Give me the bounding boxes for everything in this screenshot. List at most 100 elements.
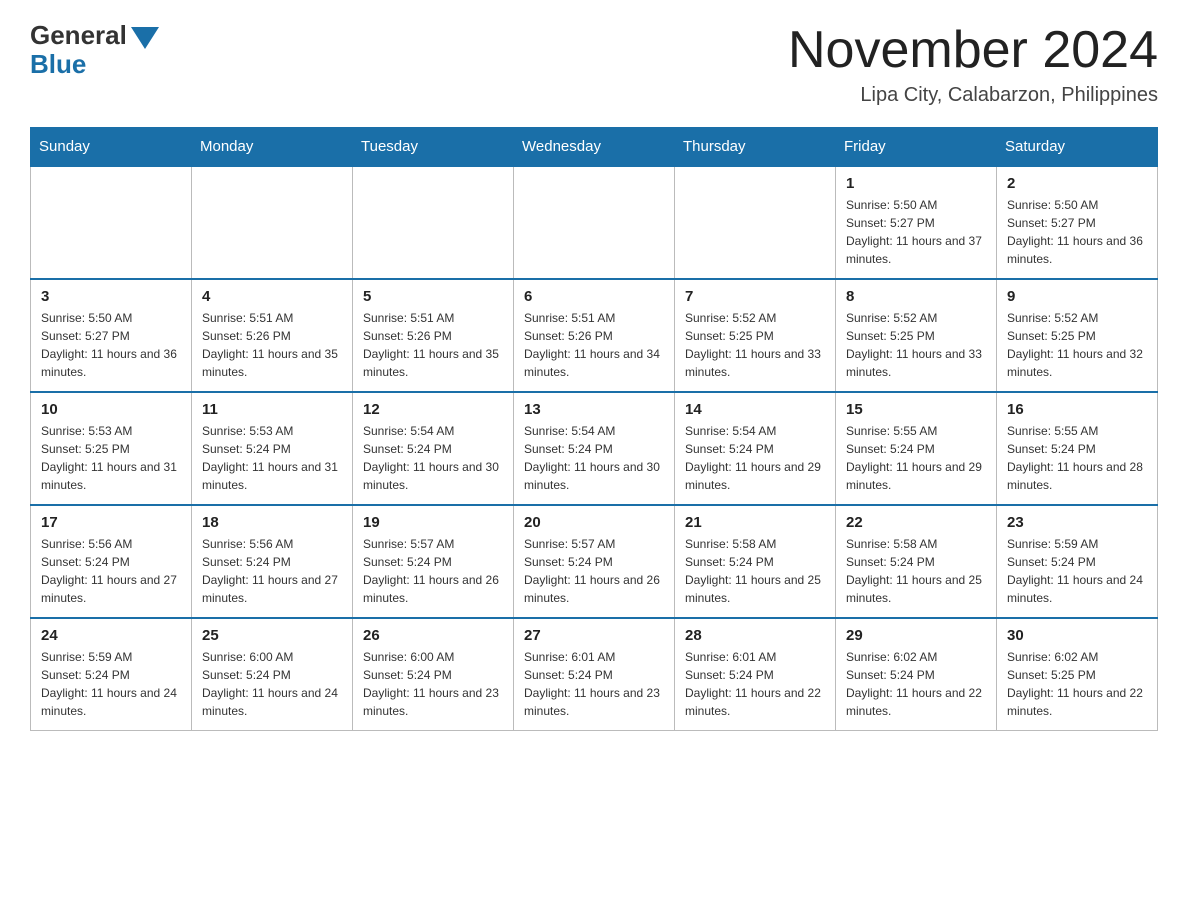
calendar-cell: 24Sunrise: 5:59 AM Sunset: 5:24 PM Dayli… xyxy=(31,618,192,731)
day-number: 16 xyxy=(1007,401,1147,418)
weekday-header-thursday: Thursday xyxy=(675,128,836,167)
day-info: Sunrise: 5:58 AM Sunset: 5:24 PM Dayligh… xyxy=(846,535,986,607)
day-number: 14 xyxy=(685,401,825,418)
day-info: Sunrise: 5:52 AM Sunset: 5:25 PM Dayligh… xyxy=(846,309,986,381)
calendar-cell: 14 Sunrise: 5:54 AM Sunset: 5:24 PM Dayli… xyxy=(675,392,836,505)
calendar-week-row: 17 Sunrise: 5:56 AM Sunset: 5:24 PM Dayli… xyxy=(31,505,1158,618)
calendar-cell: 10 Sunrise: 5:53 AM Sunset: 5:25 PM Dayli… xyxy=(31,392,192,505)
weekday-header-tuesday: Tuesday xyxy=(353,128,514,167)
day-number: 10 xyxy=(41,401,181,418)
day-info: Sunrise: 5:57 AM Sunset: 5:24 PM Dayligh… xyxy=(363,535,503,607)
day-number: 24 xyxy=(41,627,181,644)
calendar-cell: 18 Sunrise: 5:56 AM Sunset: 5:24 PM Dayli… xyxy=(192,505,353,618)
day-number: 17 xyxy=(41,514,181,531)
calendar-cell: 5 Sunrise: 5:51 AM Sunset: 5:26 PM Daylig… xyxy=(353,279,514,392)
day-number: 5 xyxy=(363,288,503,305)
calendar-cell: 9 Sunrise: 5:52 AM Sunset: 5:25 PM Daylig… xyxy=(997,279,1158,392)
weekday-header-monday: Monday xyxy=(192,128,353,167)
calendar-week-row: 3Sunrise: 5:50 AM Sunset: 5:27 PM Daylig… xyxy=(31,279,1158,392)
logo-blue-text: Blue xyxy=(30,49,86,80)
day-info: Sunrise: 5:52 AM Sunset: 5:25 PM Dayligh… xyxy=(1007,309,1147,381)
day-number: 2 xyxy=(1007,175,1147,192)
logo-general-text: General xyxy=(30,20,127,51)
day-number: 27 xyxy=(524,627,664,644)
day-info: Sunrise: 6:02 AM Sunset: 5:25 PM Dayligh… xyxy=(1007,648,1147,720)
day-number: 19 xyxy=(363,514,503,531)
calendar-cell: 3Sunrise: 5:50 AM Sunset: 5:27 PM Daylig… xyxy=(31,279,192,392)
day-info: Sunrise: 5:57 AM Sunset: 5:24 PM Dayligh… xyxy=(524,535,664,607)
weekday-header-sunday: Sunday xyxy=(31,128,192,167)
calendar-cell xyxy=(192,166,353,279)
day-number: 13 xyxy=(524,401,664,418)
day-number: 11 xyxy=(202,401,342,418)
calendar-cell: 4Sunrise: 5:51 AM Sunset: 5:26 PM Daylig… xyxy=(192,279,353,392)
calendar-cell: 13 Sunrise: 5:54 AM Sunset: 5:24 PM Dayli… xyxy=(514,392,675,505)
page-header: General Blue November 2024 Lipa City, Ca… xyxy=(30,20,1158,107)
calendar-cell: 7 Sunrise: 5:52 AM Sunset: 5:25 PM Daylig… xyxy=(675,279,836,392)
day-number: 6 xyxy=(524,288,664,305)
day-number: 21 xyxy=(685,514,825,531)
day-info: Sunrise: 5:53 AM Sunset: 5:24 PM Dayligh… xyxy=(202,422,342,494)
day-info: Sunrise: 6:00 AM Sunset: 5:24 PM Dayligh… xyxy=(202,648,342,720)
calendar-cell xyxy=(675,166,836,279)
calendar-cell: 20 Sunrise: 5:57 AM Sunset: 5:24 PM Dayli… xyxy=(514,505,675,618)
day-info: Sunrise: 5:50 AM Sunset: 5:27 PM Dayligh… xyxy=(1007,196,1147,268)
day-info: Sunrise: 6:02 AM Sunset: 5:24 PM Dayligh… xyxy=(846,648,986,720)
calendar-cell xyxy=(514,166,675,279)
calendar-cell: 26 Sunrise: 6:00 AM Sunset: 5:24 PM Dayli… xyxy=(353,618,514,731)
day-number: 7 xyxy=(685,288,825,305)
calendar-cell: 12Sunrise: 5:54 AM Sunset: 5:24 PM Dayli… xyxy=(353,392,514,505)
day-info: Sunrise: 5:54 AM Sunset: 5:24 PM Dayligh… xyxy=(524,422,664,494)
day-number: 20 xyxy=(524,514,664,531)
logo-triangle-icon xyxy=(131,27,159,49)
calendar-week-row: 1 Sunrise: 5:50 AM Sunset: 5:27 PM Daylig… xyxy=(31,166,1158,279)
calendar-cell: 8 Sunrise: 5:52 AM Sunset: 5:25 PM Daylig… xyxy=(836,279,997,392)
calendar-cell: 25 Sunrise: 6:00 AM Sunset: 5:24 PM Dayli… xyxy=(192,618,353,731)
calendar-cell: 17 Sunrise: 5:56 AM Sunset: 5:24 PM Dayli… xyxy=(31,505,192,618)
weekday-header-wednesday: Wednesday xyxy=(514,128,675,167)
day-info: Sunrise: 5:51 AM Sunset: 5:26 PM Dayligh… xyxy=(363,309,503,381)
day-number: 3 xyxy=(41,288,181,305)
calendar-cell: 6Sunrise: 5:51 AM Sunset: 5:26 PM Daylig… xyxy=(514,279,675,392)
day-number: 1 xyxy=(846,175,986,192)
day-info: Sunrise: 5:59 AM Sunset: 5:24 PM Dayligh… xyxy=(1007,535,1147,607)
day-info: Sunrise: 5:58 AM Sunset: 5:24 PM Dayligh… xyxy=(685,535,825,607)
day-info: Sunrise: 5:52 AM Sunset: 5:25 PM Dayligh… xyxy=(685,309,825,381)
day-number: 9 xyxy=(1007,288,1147,305)
day-number: 28 xyxy=(685,627,825,644)
day-info: Sunrise: 5:56 AM Sunset: 5:24 PM Dayligh… xyxy=(41,535,181,607)
calendar-header-row: SundayMondayTuesdayWednesdayThursdayFrid… xyxy=(31,128,1158,167)
day-info: Sunrise: 6:00 AM Sunset: 5:24 PM Dayligh… xyxy=(363,648,503,720)
calendar-cell xyxy=(353,166,514,279)
day-number: 30 xyxy=(1007,627,1147,644)
calendar-cell: 30 Sunrise: 6:02 AM Sunset: 5:25 PM Dayli… xyxy=(997,618,1158,731)
day-number: 22 xyxy=(846,514,986,531)
day-number: 26 xyxy=(363,627,503,644)
calendar-cell: 1 Sunrise: 5:50 AM Sunset: 5:27 PM Daylig… xyxy=(836,166,997,279)
weekday-header-saturday: Saturday xyxy=(997,128,1158,167)
logo: General Blue xyxy=(30,20,159,80)
day-number: 25 xyxy=(202,627,342,644)
weekday-header-friday: Friday xyxy=(836,128,997,167)
calendar-week-row: 24Sunrise: 5:59 AM Sunset: 5:24 PM Dayli… xyxy=(31,618,1158,731)
day-info: Sunrise: 5:54 AM Sunset: 5:24 PM Dayligh… xyxy=(363,422,503,494)
day-info: Sunrise: 5:50 AM Sunset: 5:27 PM Dayligh… xyxy=(846,196,986,268)
calendar-table: SundayMondayTuesdayWednesdayThursdayFrid… xyxy=(30,127,1158,731)
calendar-cell: 2 Sunrise: 5:50 AM Sunset: 5:27 PM Daylig… xyxy=(997,166,1158,279)
calendar-cell: 28Sunrise: 6:01 AM Sunset: 5:24 PM Dayli… xyxy=(675,618,836,731)
day-info: Sunrise: 5:56 AM Sunset: 5:24 PM Dayligh… xyxy=(202,535,342,607)
calendar-cell: 23 Sunrise: 5:59 AM Sunset: 5:24 PM Dayli… xyxy=(997,505,1158,618)
day-number: 18 xyxy=(202,514,342,531)
day-info: Sunrise: 6:01 AM Sunset: 5:24 PM Dayligh… xyxy=(524,648,664,720)
day-number: 8 xyxy=(846,288,986,305)
day-info: Sunrise: 5:55 AM Sunset: 5:24 PM Dayligh… xyxy=(1007,422,1147,494)
calendar-cell: 15Sunrise: 5:55 AM Sunset: 5:24 PM Dayli… xyxy=(836,392,997,505)
day-info: Sunrise: 5:55 AM Sunset: 5:24 PM Dayligh… xyxy=(846,422,986,494)
day-info: Sunrise: 5:54 AM Sunset: 5:24 PM Dayligh… xyxy=(685,422,825,494)
day-info: Sunrise: 5:53 AM Sunset: 5:25 PM Dayligh… xyxy=(41,422,181,494)
calendar-cell: 22 Sunrise: 5:58 AM Sunset: 5:24 PM Dayli… xyxy=(836,505,997,618)
day-info: Sunrise: 5:51 AM Sunset: 5:26 PM Dayligh… xyxy=(202,309,342,381)
calendar-week-row: 10 Sunrise: 5:53 AM Sunset: 5:25 PM Dayli… xyxy=(31,392,1158,505)
calendar-cell: 29Sunrise: 6:02 AM Sunset: 5:24 PM Dayli… xyxy=(836,618,997,731)
day-number: 23 xyxy=(1007,514,1147,531)
